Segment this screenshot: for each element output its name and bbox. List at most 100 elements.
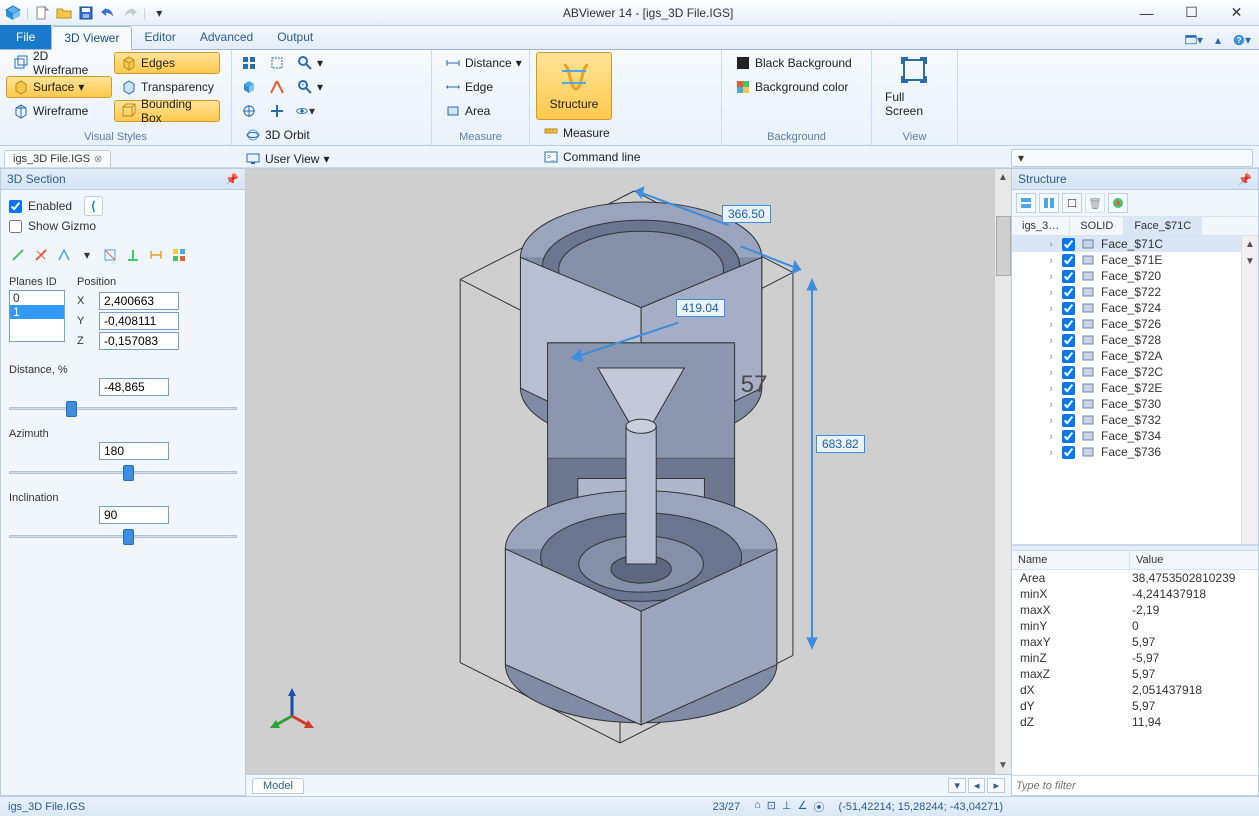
help-icon[interactable]: ?▾	[1233, 31, 1251, 49]
caret-icon[interactable]: ›	[1046, 303, 1056, 314]
command-line-button[interactable]: >_Command line	[536, 146, 647, 168]
3d-orbit-button[interactable]: 3D Orbit	[238, 124, 337, 146]
bounding-box-button[interactable]: Bounding Box	[114, 100, 220, 122]
wireframe-button[interactable]: Wireframe	[6, 100, 112, 122]
redo-icon[interactable]	[121, 4, 139, 22]
tb-icon-3[interactable]: ☐	[1062, 193, 1082, 213]
tab-advanced[interactable]: Advanced	[188, 25, 265, 49]
caret-icon[interactable]: ›	[1046, 367, 1056, 378]
tool-icon-6[interactable]	[124, 246, 142, 264]
crumb-2[interactable]: SOLID	[1070, 217, 1124, 235]
file-menu[interactable]: File	[0, 25, 51, 49]
scroll-left-icon[interactable]: ◂	[968, 778, 986, 793]
tree-node[interactable]: ›Face_$720	[1012, 268, 1241, 284]
node-checkbox[interactable]	[1062, 254, 1075, 267]
tree-node[interactable]: ›Face_$72E	[1012, 380, 1241, 396]
tree-node[interactable]: ›Face_$726	[1012, 316, 1241, 332]
scroll-right-icon[interactable]: ▸	[987, 778, 1005, 793]
status-icon-3[interactable]: ⊥	[782, 799, 792, 815]
eye-icon[interactable]: ▾	[294, 100, 316, 122]
node-checkbox[interactable]	[1062, 238, 1075, 251]
viewport-scrollbar[interactable]: ▲ ▼	[994, 169, 1011, 774]
full-screen-button[interactable]: Full Screen	[878, 52, 950, 120]
caret-icon[interactable]: ›	[1046, 271, 1056, 282]
transparency-button[interactable]: Transparency	[114, 76, 220, 98]
caret-icon[interactable]: ›	[1046, 447, 1056, 458]
axis-gizmo[interactable]	[268, 686, 316, 734]
close-tab-icon[interactable]: ⊗	[94, 154, 102, 165]
measure-panel-button[interactable]: Measure	[536, 122, 647, 144]
tree-node[interactable]: ›Face_$72A	[1012, 348, 1241, 364]
zoom-button[interactable]: ▾	[294, 52, 326, 74]
node-checkbox[interactable]	[1062, 350, 1075, 363]
open-icon[interactable]	[55, 4, 73, 22]
y-input[interactable]	[99, 312, 179, 330]
tool-icon-1[interactable]	[9, 246, 27, 264]
node-checkbox[interactable]	[1062, 334, 1075, 347]
window-icon[interactable]: ▾	[1185, 31, 1203, 49]
distance-input[interactable]	[99, 378, 169, 396]
distance-slider[interactable]	[9, 398, 237, 418]
background-color-button[interactable]: Background color	[728, 76, 859, 98]
tool-icon-2[interactable]	[32, 246, 50, 264]
surface-button[interactable]: Surface ▾	[6, 76, 112, 98]
caret-icon[interactable]: ›	[1046, 415, 1056, 426]
tree-node[interactable]: ›Face_$71E	[1012, 252, 1241, 268]
tree-node[interactable]: ›Face_$732	[1012, 412, 1241, 428]
tool-icon-8[interactable]	[170, 246, 188, 264]
zoom-fit-button[interactable]: +▾	[294, 76, 326, 98]
azimuth-slider[interactable]	[9, 462, 237, 482]
node-checkbox[interactable]	[1062, 302, 1075, 315]
tree-node[interactable]: ›Face_$730	[1012, 396, 1241, 412]
node-checkbox[interactable]	[1062, 286, 1075, 299]
pin-icon[interactable]: 📌	[225, 173, 239, 186]
distance-button[interactable]: Distance ▾	[438, 52, 529, 74]
tree-node[interactable]: ›Face_$724	[1012, 300, 1241, 316]
inclination-input[interactable]	[99, 506, 169, 524]
tree-node[interactable]: ›Face_$71C	[1012, 236, 1241, 252]
tree-node[interactable]: ›Face_$734	[1012, 428, 1241, 444]
node-checkbox[interactable]	[1062, 414, 1075, 427]
2d-wireframe-button[interactable]: 2D Wireframe	[6, 52, 112, 74]
pin-ribbon-icon[interactable]: ▴	[1209, 31, 1227, 49]
tool-icon-4[interactable]: ▾	[78, 246, 96, 264]
edge-button[interactable]: Edge	[438, 76, 529, 98]
caret-icon[interactable]: ›	[1046, 319, 1056, 330]
status-icon-1[interactable]: ⌂	[754, 799, 761, 815]
nav-icon-3[interactable]	[238, 100, 260, 122]
status-icon-5[interactable]: ⦿	[813, 799, 824, 815]
azimuth-input[interactable]	[99, 442, 169, 460]
3d-viewport[interactable]: 57 366.50 419.04 683.82	[246, 169, 994, 774]
caret-icon[interactable]: ›	[1046, 335, 1056, 346]
inclination-slider[interactable]	[9, 526, 237, 546]
black-background-button[interactable]: Black Background	[728, 52, 859, 74]
tool-icon-3[interactable]	[55, 246, 73, 264]
tab-3d-viewer[interactable]: 3D Viewer	[51, 26, 132, 50]
structure-button[interactable]: Structure	[536, 52, 612, 120]
filter-input[interactable]	[1012, 776, 1258, 795]
caret-icon[interactable]: ›	[1046, 431, 1056, 442]
tree-node[interactable]: ›Face_$736	[1012, 444, 1241, 460]
tb-icon-4[interactable]: 🗑	[1085, 193, 1105, 213]
node-checkbox[interactable]	[1062, 270, 1075, 283]
tb-icon-5[interactable]	[1108, 193, 1128, 213]
caret-icon[interactable]: ›	[1046, 383, 1056, 394]
maximize-button[interactable]: ☐	[1169, 0, 1214, 26]
status-icon-2[interactable]: ⊡	[767, 799, 776, 815]
face-tree[interactable]: ›Face_$71C›Face_$71E›Face_$720›Face_$722…	[1012, 236, 1258, 545]
back-button[interactable]: ⟨	[84, 196, 103, 216]
tab-editor[interactable]: Editor	[132, 25, 187, 49]
minimize-button[interactable]: —	[1124, 0, 1169, 26]
node-checkbox[interactable]	[1062, 446, 1075, 459]
nav-icon-6[interactable]	[266, 100, 288, 122]
tabs-menu-icon[interactable]: ▾	[1011, 149, 1253, 167]
node-checkbox[interactable]	[1062, 398, 1075, 411]
tree-node[interactable]: ›Face_$72C	[1012, 364, 1241, 380]
caret-icon[interactable]: ›	[1046, 399, 1056, 410]
nav-icon-4[interactable]	[266, 52, 288, 74]
nav-icon-5[interactable]	[266, 76, 288, 98]
node-checkbox[interactable]	[1062, 382, 1075, 395]
model-tab[interactable]: Model	[252, 778, 304, 794]
node-checkbox[interactable]	[1062, 366, 1075, 379]
tb-icon-1[interactable]	[1016, 193, 1036, 213]
